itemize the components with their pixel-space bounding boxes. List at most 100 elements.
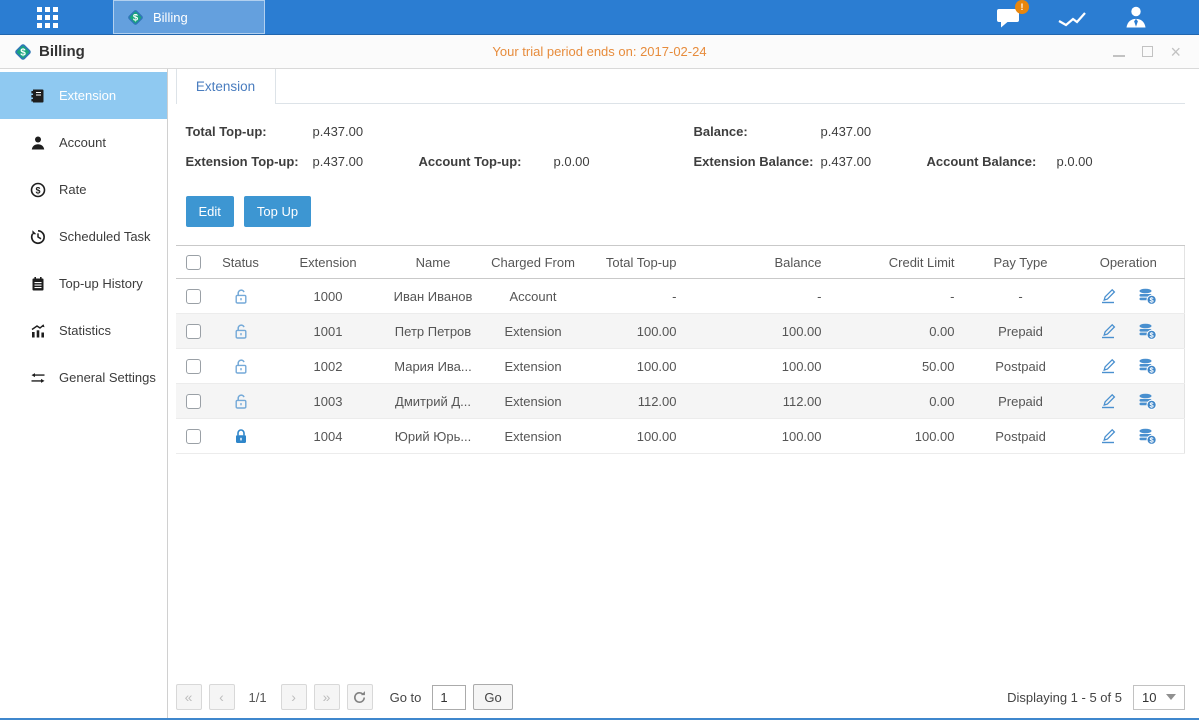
scheduled-task-icon: [30, 229, 46, 245]
row-checkbox[interactable]: [186, 429, 201, 444]
edit-icon[interactable]: [1099, 358, 1117, 375]
next-page-button[interactable]: ›: [281, 684, 307, 710]
table-header-row: Status Extension Name Charged From Total…: [176, 246, 1185, 279]
cell-balance: 100.00: [691, 419, 836, 454]
balance-value: p.437.00: [821, 124, 927, 139]
row-checkbox[interactable]: [186, 394, 201, 409]
message-icon[interactable]: !: [996, 6, 1021, 29]
row-checkbox[interactable]: [186, 359, 201, 374]
sidebar-item-rate[interactable]: $ Rate: [0, 166, 167, 213]
sidebar-item-general-settings[interactable]: General Settings: [0, 354, 167, 401]
col-name[interactable]: Name: [386, 246, 481, 279]
cell-total-topup: 100.00: [586, 419, 691, 454]
cell-balance: 100.00: [691, 314, 836, 349]
sidebar-item-label: Statistics: [59, 323, 111, 338]
page-size-value: 10: [1142, 690, 1156, 705]
main-panel: Extension Total Top-up: p.437.00 Balance…: [168, 69, 1199, 718]
goto-input[interactable]: [432, 685, 466, 710]
top-up-icon[interactable]: [1137, 357, 1157, 374]
cell-pay-type: Postpaid: [969, 419, 1073, 454]
tab-extension[interactable]: Extension: [176, 69, 276, 104]
billing-diamond-icon: [14, 43, 32, 61]
cell-credit-limit: 0.00: [836, 384, 969, 419]
select-all-checkbox[interactable]: [186, 255, 201, 270]
top-up-icon[interactable]: [1137, 322, 1157, 339]
cell-extension: 1002: [271, 349, 386, 384]
account-icon: [30, 135, 46, 151]
edit-icon[interactable]: [1099, 288, 1117, 305]
table-row: 1003 Дмитрий Д... Extension 112.00 112.0…: [176, 384, 1185, 419]
page-size-select[interactable]: 10: [1133, 685, 1185, 710]
go-button[interactable]: Go: [473, 684, 512, 710]
first-page-button[interactable]: «: [176, 684, 202, 710]
cell-pay-type: Prepaid: [969, 384, 1073, 419]
sidebar: Extension Account $ Rate Scheduled Task: [0, 69, 168, 718]
edit-icon[interactable]: [1099, 393, 1117, 410]
edit-button[interactable]: Edit: [186, 196, 234, 227]
table-row: 1001 Петр Петров Extension 100.00 100.00…: [176, 314, 1185, 349]
account-topup-value: p.0.00: [554, 154, 694, 169]
edit-icon[interactable]: [1099, 323, 1117, 340]
taskbar-tab-billing[interactable]: Billing: [113, 0, 265, 34]
cell-extension: 1004: [271, 419, 386, 454]
extension-topup-label: Extension Top-up:: [186, 154, 313, 169]
user-icon[interactable]: [1123, 5, 1149, 29]
tab-bar: Extension: [176, 69, 1186, 104]
row-checkbox[interactable]: [186, 324, 201, 339]
refresh-button[interactable]: [347, 684, 373, 710]
cell-charged-from: Extension: [481, 314, 586, 349]
table-row: 1000 Иван Иванов Account - - - -: [176, 279, 1185, 314]
cell-pay-type: -: [969, 279, 1073, 314]
sidebar-item-scheduled-task[interactable]: Scheduled Task: [0, 213, 167, 260]
top-up-button[interactable]: Top Up: [244, 196, 311, 227]
close-icon[interactable]: ×: [1170, 44, 1181, 60]
col-credit-limit[interactable]: Credit Limit: [836, 246, 969, 279]
top-up-icon[interactable]: [1137, 287, 1157, 304]
caret-down-icon: [1166, 694, 1176, 700]
col-pay-type[interactable]: Pay Type: [969, 246, 1073, 279]
row-checkbox[interactable]: [186, 289, 201, 304]
table-row: 1004 Юрий Юрь... Extension 100.00 100.00…: [176, 419, 1185, 454]
apps-grid-icon[interactable]: [37, 7, 58, 28]
col-status[interactable]: Status: [211, 246, 271, 279]
edit-icon[interactable]: [1099, 428, 1117, 445]
account-balance-value: p.0.00: [1057, 154, 1186, 169]
sidebar-item-extension[interactable]: Extension: [0, 72, 167, 119]
col-operation[interactable]: Operation: [1073, 246, 1185, 279]
last-page-button[interactable]: »: [314, 684, 340, 710]
sidebar-item-label: Top-up History: [59, 276, 143, 291]
maximize-icon[interactable]: [1142, 44, 1153, 60]
col-balance[interactable]: Balance: [691, 246, 836, 279]
sidebar-item-label: Extension: [59, 88, 116, 103]
col-total-topup[interactable]: Total Top-up: [586, 246, 691, 279]
app-bar: Billing !: [0, 0, 1199, 35]
prev-page-button[interactable]: ‹: [209, 684, 235, 710]
sidebar-item-label: Rate: [59, 182, 86, 197]
cell-total-topup: -: [586, 279, 691, 314]
rate-icon: $: [30, 182, 46, 198]
monitor-chart-icon[interactable]: [1057, 6, 1087, 28]
sidebar-item-label: Scheduled Task: [59, 229, 151, 244]
extension-balance-value: p.437.00: [821, 154, 927, 169]
sidebar-item-account[interactable]: Account: [0, 119, 167, 166]
cell-charged-from: Extension: [481, 384, 586, 419]
extension-icon: [30, 88, 46, 104]
top-up-icon[interactable]: [1137, 427, 1157, 444]
top-up-icon[interactable]: [1137, 392, 1157, 409]
cell-balance: -: [691, 279, 836, 314]
cell-pay-type: Postpaid: [969, 349, 1073, 384]
sidebar-item-statistics[interactable]: Statistics: [0, 307, 167, 354]
trial-notice: Your trial period ends on: 2017-02-24: [0, 44, 1199, 59]
cell-total-topup: 100.00: [586, 314, 691, 349]
billing-diamond-icon: [127, 9, 144, 26]
extension-balance-label: Extension Balance:: [694, 154, 821, 169]
window-title-bar: Billing Your trial period ends on: 2017-…: [0, 35, 1199, 69]
cell-charged-from: Account: [481, 279, 586, 314]
table-row: 1002 Мария Ива... Extension 100.00 100.0…: [176, 349, 1185, 384]
col-extension[interactable]: Extension: [271, 246, 386, 279]
minimize-icon[interactable]: [1113, 44, 1125, 60]
col-charged-from[interactable]: Charged From: [481, 246, 586, 279]
displaying-text: Displaying 1 - 5 of 5: [1007, 690, 1122, 705]
sidebar-item-topup-history[interactable]: Top-up History: [0, 260, 167, 307]
sidebar-item-label: General Settings: [59, 370, 156, 385]
